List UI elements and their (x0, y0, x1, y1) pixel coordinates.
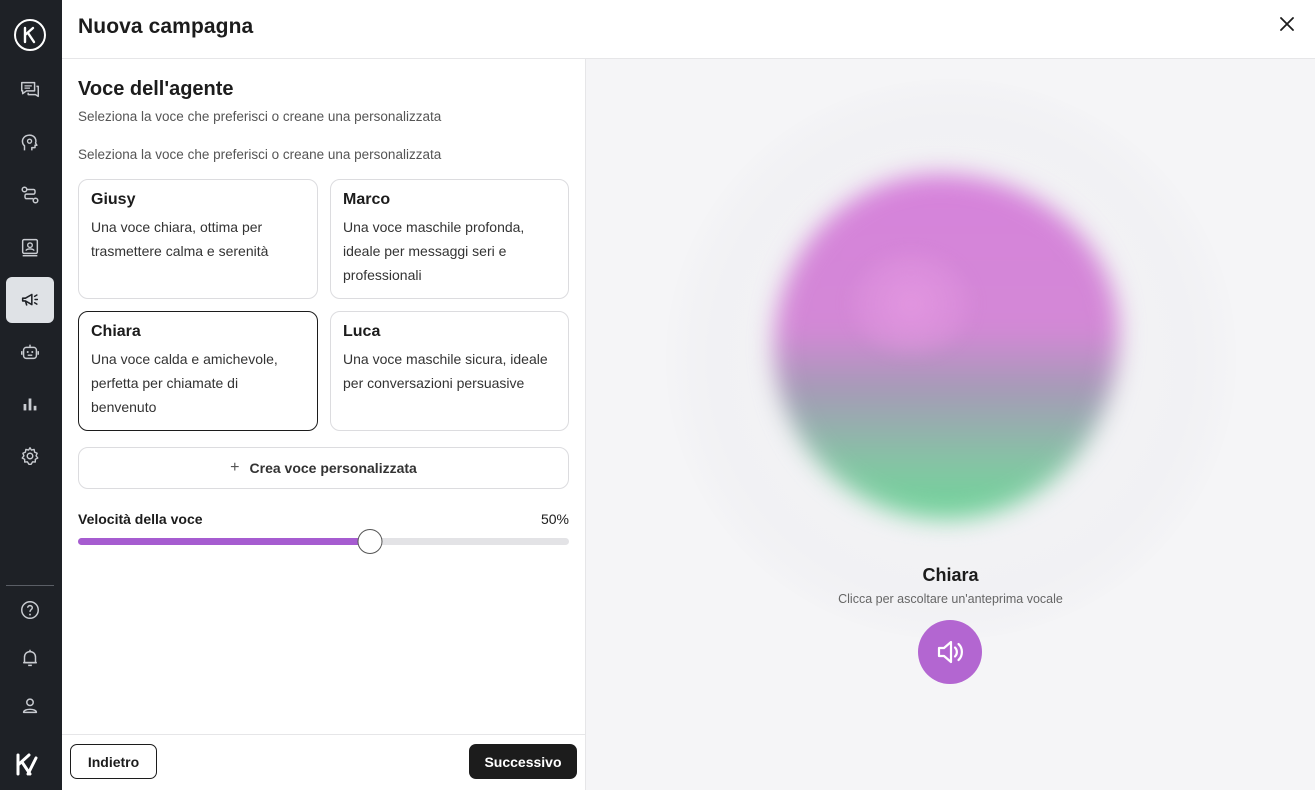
sidebar-item-conversations[interactable] (6, 67, 54, 113)
voice-description: Una voce calda e amichevole, perfetta pe… (91, 351, 278, 415)
user-icon (22, 698, 38, 714)
section-subtitle: Seleziona la voce che preferisci o crean… (78, 109, 442, 124)
page-title: Nuova campagna (78, 15, 254, 38)
voice-speed-slider-fill (78, 538, 371, 545)
close-icon (1280, 17, 1294, 31)
route-icon (21, 186, 39, 204)
next-button[interactable]: Successivo (469, 744, 577, 779)
voice-name: Marco (343, 191, 391, 208)
preview-hint: Clicca per ascoltare un'anteprima vocale (838, 592, 1063, 606)
voice-speed-value: 50% (540, 511, 569, 527)
gear-icon (21, 447, 39, 465)
voice-name: Chiara (91, 323, 141, 340)
brand-mark-icon[interactable] (14, 752, 40, 778)
voice-description: Una voce maschile profonda, ideale per m… (343, 219, 525, 283)
sidebar-divider (6, 585, 54, 586)
speaker-icon (937, 640, 963, 664)
sidebar-item-profile[interactable] (6, 683, 54, 729)
voice-orb-highlight (851, 254, 971, 354)
plus-icon: + (230, 459, 240, 476)
voice-card-chiara[interactable]: Chiara Una voce calda e amichevole, perf… (78, 311, 318, 431)
chat-bubbles-icon (21, 81, 39, 98)
sidebar-item-integrations[interactable] (6, 172, 54, 218)
voice-name: Luca (343, 323, 381, 340)
sidebar-item-contacts[interactable] (6, 224, 54, 270)
voice-speed-label: Velocità della voce (78, 511, 203, 527)
voice-description: Una voce chiara, ottima per trasmettere … (91, 219, 269, 259)
sidebar-item-settings[interactable] (6, 433, 54, 479)
play-preview-button[interactable] (918, 620, 982, 684)
back-button[interactable]: Indietro (70, 744, 157, 779)
sidebar-item-help[interactable] (6, 587, 54, 633)
section-subtitle-secondary: Seleziona la voce che preferisci o crean… (78, 147, 442, 162)
megaphone-icon (21, 293, 39, 306)
create-custom-voice-label: Crea voce personalizzata (249, 460, 417, 476)
sidebar-item-analytics[interactable] (6, 381, 54, 427)
bar-chart-icon (23, 398, 37, 411)
modal-footer: Indietro Successivo (62, 734, 585, 790)
sidebar-item-knowledge[interactable] (6, 120, 54, 166)
voice-description: Una voce maschile sicura, ideale per con… (343, 351, 548, 391)
close-button[interactable] (1276, 13, 1298, 35)
create-custom-voice-button[interactable]: + Crea voce personalizzata (78, 447, 569, 489)
voice-preview-panel: Chiara Clicca per ascoltare un'anteprima… (586, 59, 1315, 790)
voice-speed-slider[interactable] (78, 529, 569, 554)
brand-logo-icon (23, 26, 36, 44)
brand-logo[interactable] (14, 19, 46, 51)
voice-card-luca[interactable]: Luca Una voce maschile sicura, ideale pe… (330, 311, 569, 431)
modal-header: Nuova campagna (62, 0, 1315, 59)
voice-name: Giusy (91, 191, 136, 208)
robot-icon (21, 344, 39, 360)
help-circle-icon (21, 601, 39, 619)
voice-card-giusy[interactable]: Giusy Una voce chiara, ottima per trasme… (78, 179, 318, 299)
voice-settings-panel: Voce dell'agente Seleziona la voce che p… (62, 59, 586, 790)
preview-voice-name: Chiara (922, 565, 979, 585)
contact-card-icon (21, 238, 39, 257)
bell-icon (23, 649, 37, 667)
voice-card-marco[interactable]: Marco Una voce maschile profonda, ideale… (330, 179, 569, 299)
sidebar (0, 0, 62, 790)
voice-speed-slider-thumb[interactable] (357, 529, 383, 554)
sidebar-item-campaigns[interactable] (6, 277, 54, 323)
sidebar-item-notifications[interactable] (6, 635, 54, 681)
section-title: Voce dell'agente (78, 78, 234, 100)
head-gear-icon (21, 134, 38, 151)
sidebar-item-agents[interactable] (6, 329, 54, 375)
